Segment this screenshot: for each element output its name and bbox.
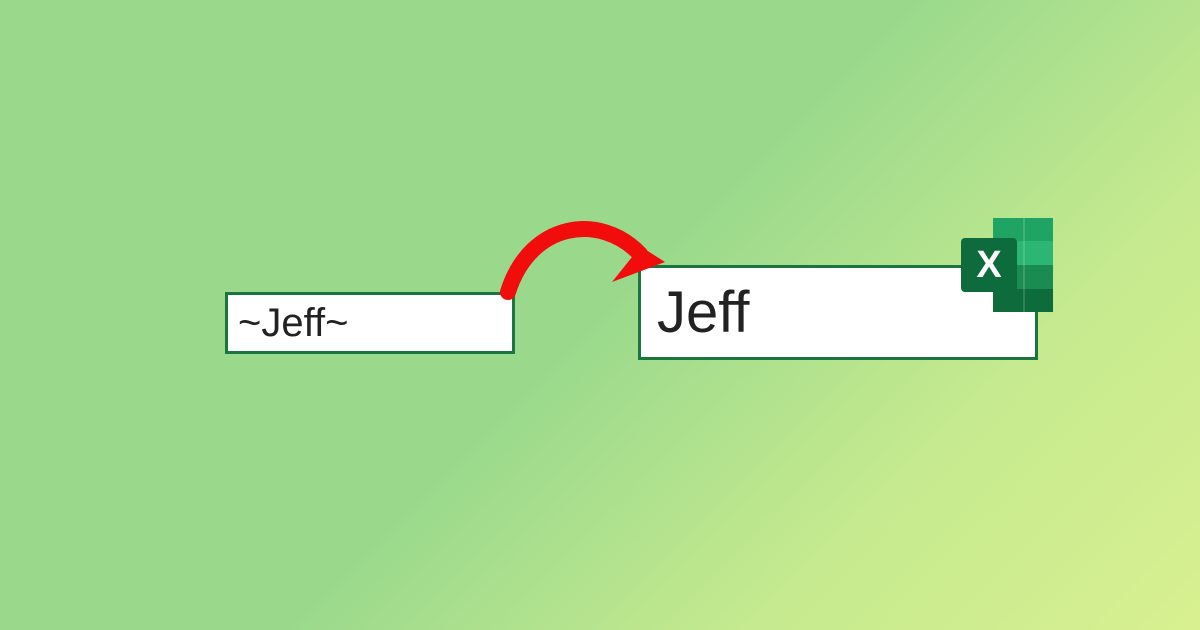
source-cell-text: ~Jeff~ — [238, 301, 348, 346]
excel-icon: X — [955, 210, 1065, 320]
excel-icon-letter: X — [976, 244, 1002, 286]
source-cell: ~Jeff~ — [225, 292, 515, 354]
arrow-icon — [490, 192, 690, 302]
